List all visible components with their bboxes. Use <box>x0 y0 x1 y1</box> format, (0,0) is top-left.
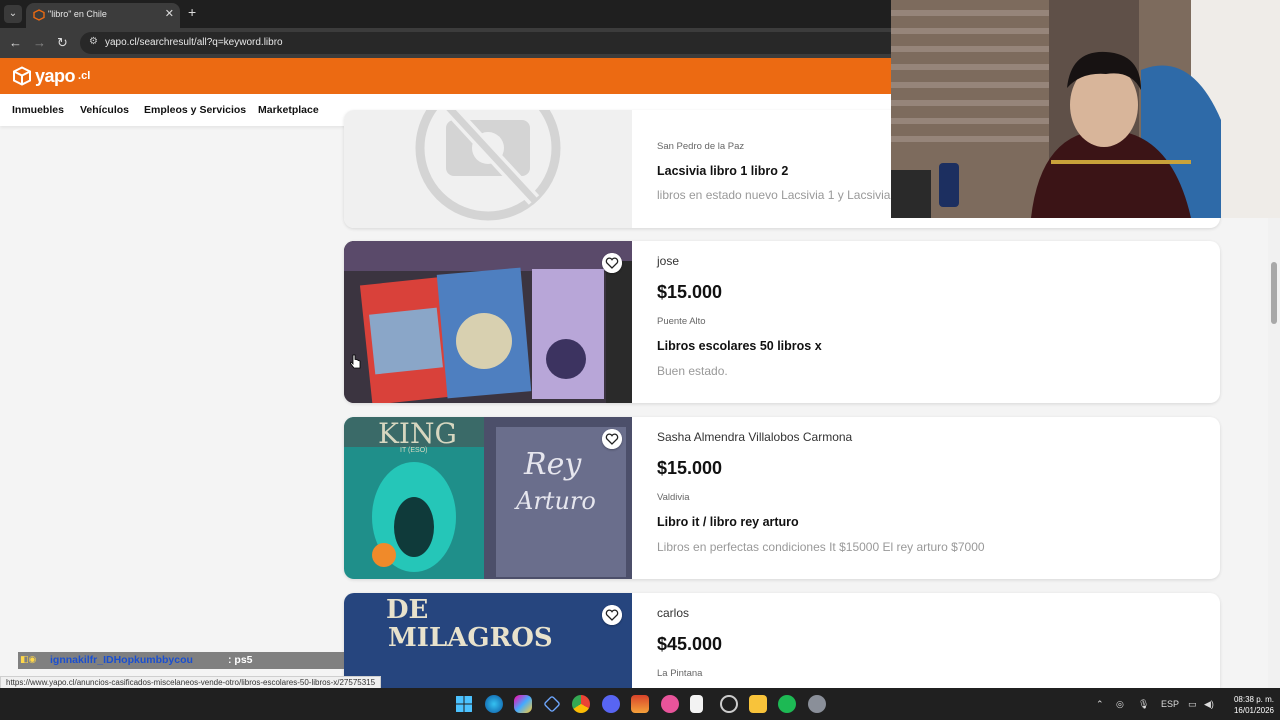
back-arrow-icon[interactable]: ← <box>9 35 22 50</box>
yapo-favicon-icon <box>33 9 45 21</box>
nav-empleos-servicios[interactable]: Empleos y Servicios <box>144 104 246 116</box>
listing-location: Puente Alto <box>657 316 706 327</box>
copilot-icon[interactable] <box>514 695 532 713</box>
windows-taskbar: ⌃ ◎ 🎙 ESP ▭ ◀) 08:38 p. m. 16/01/2026 <box>0 688 1280 720</box>
settings-gear-icon[interactable] <box>808 695 826 713</box>
nav-inmuebles[interactable]: Inmuebles <box>12 104 64 116</box>
notepad-icon[interactable] <box>690 695 703 713</box>
yapo-logo[interactable]: yapo .cl <box>12 66 90 86</box>
spotify-icon[interactable] <box>778 695 796 713</box>
address-bar-url[interactable]: yapo.cl/searchresult/all?q=keyword.libro <box>105 37 283 48</box>
tray-app-icon[interactable]: ◎ <box>1116 699 1124 710</box>
chat-badge-icon: ◧◉ <box>20 654 37 664</box>
logo-suffix: .cl <box>78 70 91 82</box>
new-tab-button[interactable]: + <box>188 4 196 20</box>
nav-vehiculos[interactable]: Vehículos <box>80 104 129 116</box>
favorite-heart-icon[interactable] <box>602 605 622 625</box>
stream-chat-overlay: ◧◉ ignnakilfr_IDHopkumbbycou : ps5 <box>18 652 344 669</box>
brave-icon[interactable] <box>631 695 649 713</box>
listing-card[interactable]: jose $15.000 Puente Alto Libros escolare… <box>344 241 1220 403</box>
file-explorer-icon[interactable] <box>749 695 767 713</box>
cover-text-de: DE <box>386 595 429 625</box>
seller-name: Sasha Almendra Villalobos Carmona <box>657 430 853 444</box>
clock-date: 16/01/2026 <box>1233 706 1274 715</box>
scrollbar-thumb[interactable] <box>1271 262 1277 324</box>
network-icon[interactable]: ▭ <box>1188 699 1197 710</box>
system-clock[interactable]: 08:38 p. m. 16/01/2026 <box>1222 694 1274 716</box>
clock-time: 08:38 p. m. <box>1233 695 1274 704</box>
yapo-cube-icon <box>13 66 31 86</box>
obs-icon[interactable] <box>720 695 738 713</box>
microphone-icon[interactable]: 🎙 <box>1138 699 1149 710</box>
listing-title[interactable]: Libro it / libro rey arturo <box>657 515 799 529</box>
listing-card[interactable]: DE MILAGROS carlos $45.000 La Pintana <box>344 593 1220 688</box>
listing-image[interactable] <box>344 241 632 403</box>
address-bar[interactable]: ⚙ yapo.cl/searchresult/all?q=keyword.lib… <box>80 32 900 54</box>
listing-description: Libros en perfectas condiciones It $1500… <box>657 540 985 554</box>
listing-card[interactable]: KING IT (ESO) Rey Arturo Sasha Almendra … <box>344 417 1220 579</box>
reload-icon[interactable]: ↻ <box>57 35 68 51</box>
edge-browser-icon[interactable] <box>485 695 503 713</box>
nav-marketplace[interactable]: Marketplace <box>258 104 319 116</box>
listing-title[interactable]: Lacsivia libro 1 libro 2 <box>657 164 788 178</box>
cover-text-king: KING <box>378 417 457 450</box>
listing-image[interactable]: KING IT (ESO) Rey Arturo <box>344 417 632 579</box>
seller-name: jose <box>657 254 680 268</box>
tab-close-icon[interactable]: ✕ <box>165 7 174 20</box>
listing-location: La Pintana <box>657 668 703 679</box>
favorite-heart-icon[interactable] <box>602 429 622 449</box>
streamer-webcam-image <box>891 0 1280 218</box>
chat-message: : ps5 <box>228 654 253 666</box>
discord-icon[interactable] <box>602 695 620 713</box>
favorite-heart-icon[interactable] <box>602 253 622 273</box>
listing-location: San Pedro de la Paz <box>657 141 745 152</box>
school-books-photo <box>344 241 632 403</box>
seller-name: carlos <box>657 606 690 620</box>
listing-price: $45.000 <box>657 634 723 654</box>
site-info-icon[interactable]: ⚙ <box>89 36 98 47</box>
page-scrollbar[interactable] <box>1268 218 1280 688</box>
cover-text-it: IT (ESO) <box>400 447 428 454</box>
tab-title: "libro" en Chile <box>48 9 107 19</box>
listing-location: Valdivia <box>657 492 690 503</box>
no-photo-icon <box>415 110 561 221</box>
no-image-placeholder <box>344 110 632 228</box>
input-language[interactable]: ESP <box>1161 699 1179 709</box>
tab-search-button[interactable]: ⌄ <box>4 5 22 23</box>
listing-price: $15.000 <box>657 282 723 302</box>
chrome-icon[interactable] <box>572 695 590 713</box>
browser-tab[interactable]: "libro" en Chile ✕ <box>26 3 180 28</box>
listing-title[interactable]: Libros escolares 50 libros x <box>657 339 822 353</box>
osu-icon[interactable] <box>661 695 679 713</box>
listing-description: libros en estado nuevo Lacsivia 1 y Lacs… <box>657 188 891 202</box>
task-view-icon[interactable] <box>543 695 561 713</box>
windows-start-icon[interactable] <box>455 695 473 713</box>
cover-text-arturo: Arturo <box>516 487 596 515</box>
cover-text-milagros: MILAGROS <box>388 623 553 653</box>
listing-description: Buen estado. <box>657 364 728 378</box>
hand-cursor-icon <box>350 354 361 369</box>
listing-price: $15.000 <box>657 458 723 478</box>
volume-icon[interactable]: ◀) <box>1204 699 1214 710</box>
listing-image[interactable]: DE MILAGROS <box>344 593 632 688</box>
forward-arrow-icon[interactable]: → <box>33 35 46 50</box>
chat-username: ignnakilfr_IDHopkumbbycou <box>50 654 193 666</box>
cover-text-rey: Rey <box>524 447 582 482</box>
tray-overflow-icon[interactable]: ⌃ <box>1096 699 1104 710</box>
logo-wordmark: yapo <box>35 65 76 86</box>
webcam-overlay <box>891 0 1280 218</box>
